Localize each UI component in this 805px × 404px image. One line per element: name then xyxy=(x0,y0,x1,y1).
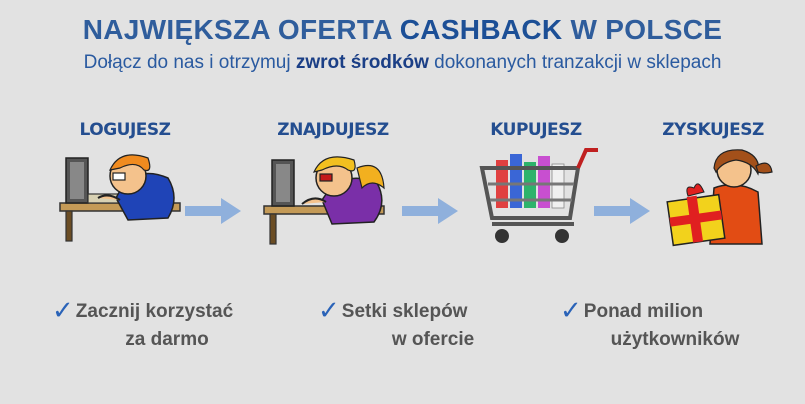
benefit-free-start: ✓ Zacznij korzystać za darmo xyxy=(52,295,234,350)
page-title: NAJWIĘKSZA OFERTA CASHBACK W POLSCE xyxy=(82,14,723,45)
page-subtitle: Dołącz do nas i otrzymuj zwrot środków d… xyxy=(83,52,722,73)
step-label-zyskujesz: ZYSKUJESZ xyxy=(662,120,764,140)
person-searching-computer-icon xyxy=(263,156,385,245)
checkmark-icon: ✓ xyxy=(52,295,74,325)
arrow-right-icon xyxy=(402,198,458,224)
shopping-cart-icon xyxy=(479,148,598,243)
arrow-right-icon xyxy=(594,198,650,224)
checkmark-icon: ✓ xyxy=(560,295,582,325)
step-label-znajdujesz: ZNAJDUJESZ xyxy=(277,120,389,140)
benefit-many-shops: ✓ Setki sklepów w ofercie xyxy=(318,295,475,350)
benefit-million-users: ✓ Ponad milion użytkowników xyxy=(560,295,740,350)
step-label-logujesz: LOGUJESZ xyxy=(79,120,171,140)
arrow-right-icon xyxy=(185,198,241,224)
checkmark-icon: ✓ xyxy=(318,295,340,325)
person-at-computer-icon xyxy=(59,154,181,242)
step-label-kupujesz: KUPUJESZ xyxy=(490,120,582,140)
person-with-gift-icon xyxy=(666,149,773,247)
